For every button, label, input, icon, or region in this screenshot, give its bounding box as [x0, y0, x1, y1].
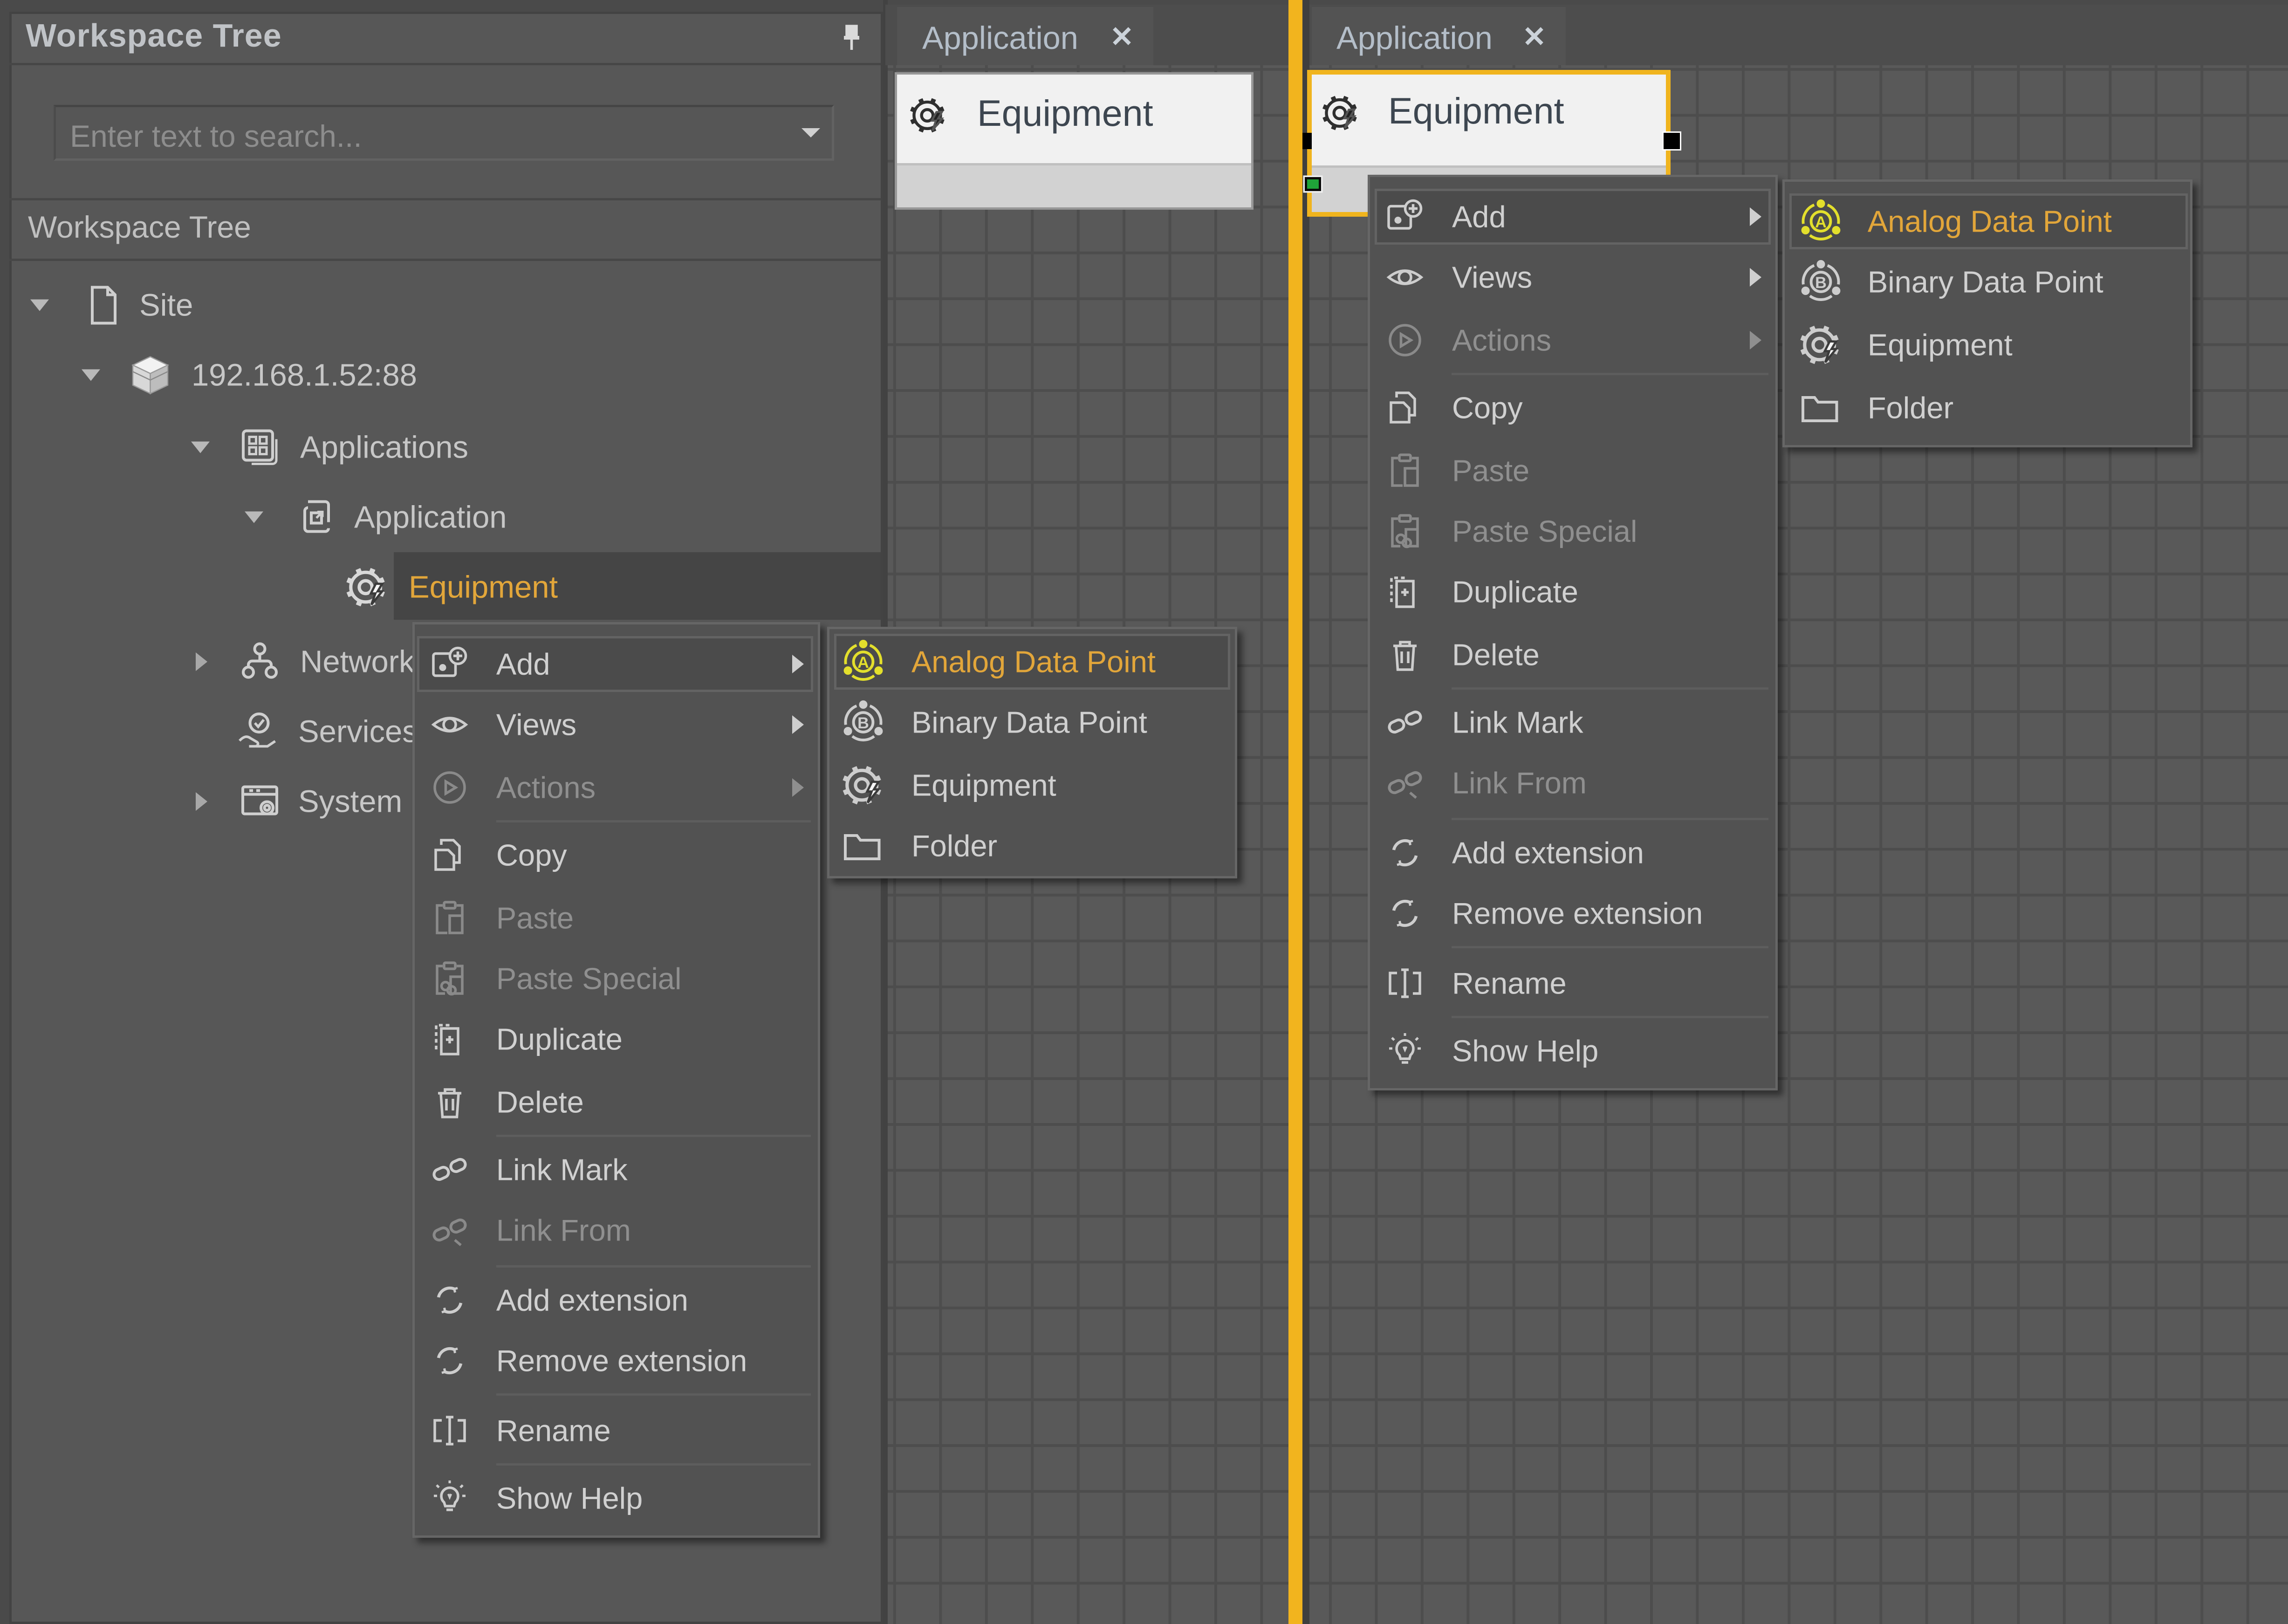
svg-text:A: A	[1815, 213, 1826, 231]
svg-text:A: A	[858, 655, 870, 672]
svg-text:B: B	[1815, 275, 1826, 293]
svg-text:B: B	[858, 715, 870, 733]
